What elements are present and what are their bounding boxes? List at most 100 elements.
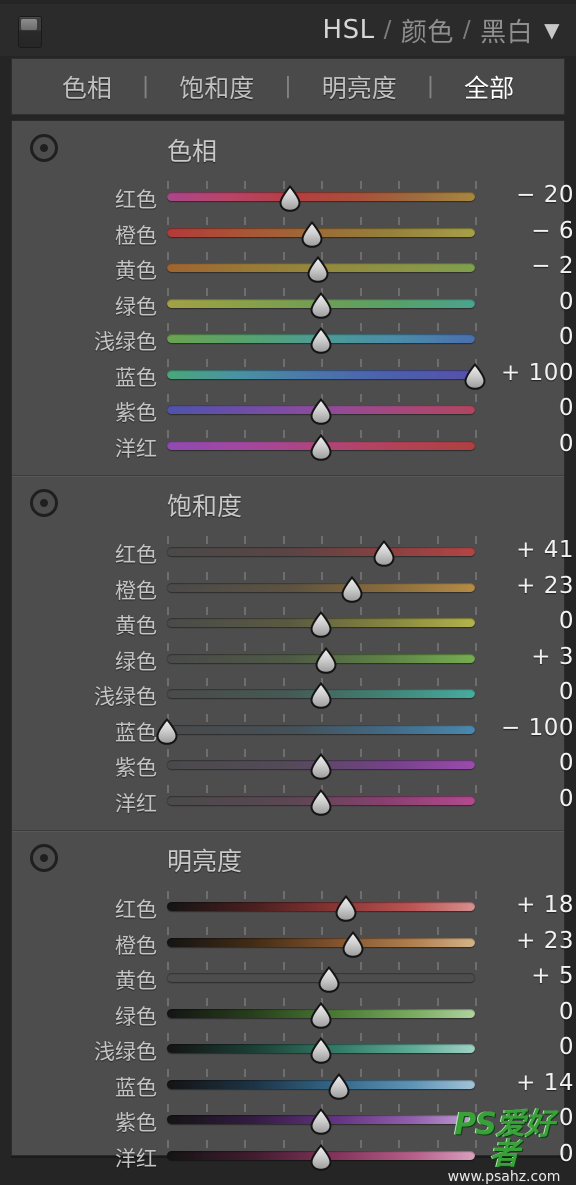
slider-handle[interactable] xyxy=(308,753,334,780)
slider-track[interactable] xyxy=(167,724,475,734)
slider-value[interactable]: + 18 xyxy=(482,892,574,918)
slider-control[interactable] xyxy=(167,248,477,283)
slider-handle[interactable] xyxy=(308,788,334,816)
title-hsl[interactable]: HSL xyxy=(323,15,375,45)
slider-handle[interactable] xyxy=(308,611,334,638)
slider-handle[interactable] xyxy=(308,1108,334,1135)
slider-track[interactable] xyxy=(167,369,475,379)
slider-control[interactable] xyxy=(167,639,477,674)
slider-control[interactable] xyxy=(167,1136,477,1171)
title-blackwhite[interactable]: 黑白 xyxy=(480,12,533,49)
slider-row: 浅绿色 0 xyxy=(12,1029,574,1065)
slider-control[interactable] xyxy=(167,355,486,390)
slider-control[interactable] xyxy=(167,923,477,958)
slider-value[interactable]: 0 xyxy=(482,324,574,350)
slider-control[interactable] xyxy=(167,390,477,425)
slider-handle[interactable] xyxy=(371,540,397,567)
slider-value[interactable]: + 3 xyxy=(482,644,574,670)
slider-label: 红色 xyxy=(115,898,157,922)
slider-control[interactable] xyxy=(167,319,477,354)
target-adjust-icon[interactable] xyxy=(30,844,58,872)
panel-toggle-switch[interactable] xyxy=(18,16,42,48)
slider-handle[interactable] xyxy=(333,895,359,922)
slider-handle[interactable] xyxy=(326,1072,352,1100)
slider-control[interactable] xyxy=(167,745,477,780)
slider-handle[interactable] xyxy=(308,398,334,425)
slider-value[interactable]: 0 xyxy=(482,608,574,634)
slider-control[interactable] xyxy=(167,532,477,567)
slider-handle[interactable] xyxy=(154,717,180,745)
slider-value[interactable]: − 2 xyxy=(482,253,574,279)
tab-luminance[interactable]: 明亮度 xyxy=(318,69,401,105)
title-color[interactable]: 颜色 xyxy=(401,12,454,49)
slider-control[interactable] xyxy=(167,284,477,319)
slider-value[interactable]: 0 xyxy=(482,750,574,776)
tab-all[interactable]: 全部 xyxy=(460,69,518,105)
slider-value[interactable]: + 100 xyxy=(482,360,574,386)
slider-value[interactable]: 0 xyxy=(482,786,574,812)
slider-value[interactable]: 0 xyxy=(482,999,574,1025)
slider-handle[interactable] xyxy=(308,291,334,319)
slider-control[interactable] xyxy=(167,887,477,922)
slider-handle[interactable] xyxy=(308,1143,334,1171)
slider-value[interactable]: 0 xyxy=(482,1034,574,1060)
slider-track[interactable] xyxy=(167,902,475,911)
slider-value[interactable]: − 20 xyxy=(482,182,574,208)
target-adjust-icon[interactable] xyxy=(30,489,58,517)
tab-hue[interactable]: 色相 xyxy=(58,69,116,105)
slider-control[interactable] xyxy=(156,710,477,745)
chevron-down-icon[interactable]: ▼ xyxy=(544,20,560,40)
slider-control[interactable] xyxy=(167,1029,477,1064)
slider-handle[interactable] xyxy=(305,256,331,283)
target-adjust-icon[interactable] xyxy=(30,134,58,162)
slider-control[interactable] xyxy=(167,1065,477,1100)
slider-handle[interactable] xyxy=(308,1037,334,1064)
slider-handle[interactable] xyxy=(277,185,303,212)
slider-handle[interactable] xyxy=(308,433,334,461)
section-header-luminance: 明亮度 xyxy=(12,831,564,887)
slider-label: 紫色 xyxy=(115,1111,157,1135)
slider-control[interactable] xyxy=(167,958,477,993)
slider-track[interactable] xyxy=(167,192,475,201)
slider-row: 蓝色 + 14 xyxy=(12,1065,574,1101)
slider-handle[interactable] xyxy=(316,966,342,993)
slider-handle[interactable] xyxy=(308,682,334,709)
slider-value[interactable]: 0 xyxy=(482,395,574,421)
slider-value[interactable]: 0 xyxy=(482,289,574,315)
slider-value[interactable]: + 23 xyxy=(482,573,574,599)
slider-value[interactable]: + 5 xyxy=(482,963,574,989)
slider-label: 绿色 xyxy=(115,649,157,674)
slider-value[interactable]: + 41 xyxy=(482,537,574,563)
slider-value[interactable]: − 6 xyxy=(482,218,574,244)
slider-control[interactable] xyxy=(167,213,477,248)
tab-saturation[interactable]: 饱和度 xyxy=(175,69,258,105)
slider-value[interactable]: 0 xyxy=(482,679,574,705)
slider-handle[interactable] xyxy=(313,646,339,674)
slider-handle[interactable] xyxy=(339,575,365,603)
slider-value[interactable]: − 100 xyxy=(482,715,574,741)
slider-label: 黄色 xyxy=(115,614,157,638)
slider-control[interactable] xyxy=(167,674,477,709)
slider-control[interactable] xyxy=(167,426,477,461)
slider-control[interactable] xyxy=(167,177,477,212)
slider-control[interactable] xyxy=(167,603,477,638)
slider-value[interactable]: + 23 xyxy=(482,928,574,954)
slider-row: 蓝色 − 100 xyxy=(12,710,574,746)
slider-control[interactable] xyxy=(167,1100,477,1135)
slider-value[interactable]: 0 xyxy=(482,1105,574,1131)
slider-control[interactable] xyxy=(167,781,477,816)
slider-handle[interactable] xyxy=(299,220,325,248)
slider-track[interactable] xyxy=(167,547,475,556)
slider-track[interactable] xyxy=(167,937,475,947)
slider-row: 洋红 0 xyxy=(12,781,574,817)
slider-track[interactable] xyxy=(167,582,475,592)
slider-handle[interactable] xyxy=(340,930,366,958)
slider-value[interactable]: + 14 xyxy=(482,1070,574,1096)
slider-control[interactable] xyxy=(167,568,477,603)
slider-handle[interactable] xyxy=(308,327,334,354)
slider-value[interactable]: 0 xyxy=(482,1141,574,1167)
slider-track[interactable] xyxy=(167,1079,475,1089)
slider-handle[interactable] xyxy=(308,1001,334,1029)
slider-control[interactable] xyxy=(167,994,477,1029)
slider-value[interactable]: 0 xyxy=(482,431,574,457)
